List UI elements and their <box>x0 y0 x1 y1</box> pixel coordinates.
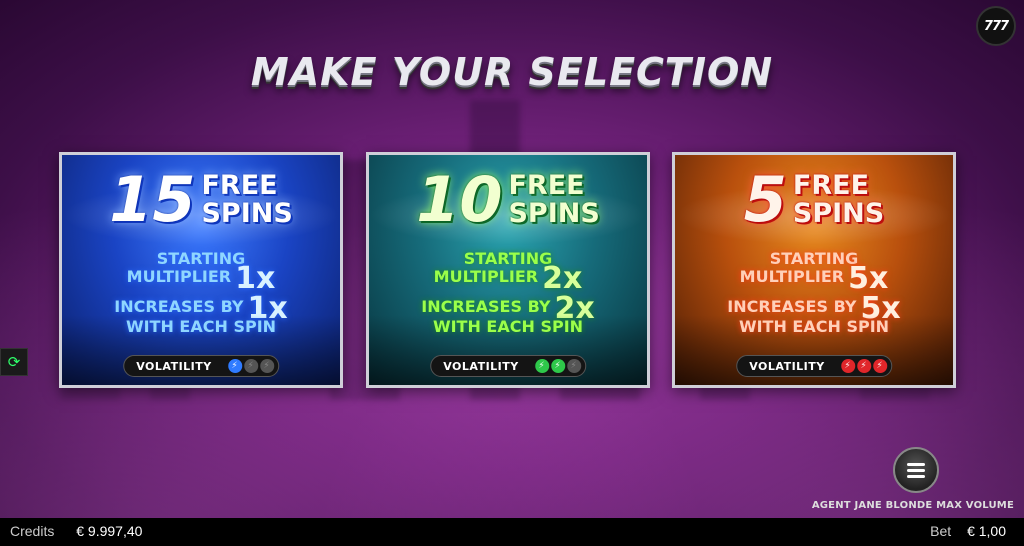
option-card-5-spins[interactable]: 5 FREE SPINS STARTING MULTIPLIER 5x INCRE… <box>672 152 956 388</box>
increases-label: INCREASES BY <box>114 297 244 316</box>
credits-value: € 9.997,40 <box>76 523 143 539</box>
free-spins-heading: 10 FREE SPINS <box>369 169 647 231</box>
page-title: MAKE YOUR SELECTION <box>250 50 774 94</box>
game-name-label: AGENT JANE BLONDE MAX VOLUME <box>811 500 1014 511</box>
increase-multiplier: INCREASES BY 5x WITH EACH SPIN <box>675 294 953 336</box>
volatility-label: VOLATILITY <box>443 359 519 373</box>
starting-multiplier: STARTING MULTIPLIER 1x <box>62 249 340 294</box>
free-spins-words: FREE SPINS <box>201 172 292 228</box>
hamburger-icon <box>907 463 925 478</box>
free-spins-heading: 15 FREE SPINS <box>62 169 340 231</box>
option-card-10-spins[interactable]: 10 FREE SPINS STARTING MULTIPLIER 2x INCR… <box>366 152 650 388</box>
starting-multiplier: STARTING MULTIPLIER 2x <box>369 249 647 294</box>
spins-count: 5 <box>743 163 787 236</box>
free-spins-words: FREE SPINS <box>793 172 884 228</box>
lightning-bolt-icon: ⚡ <box>550 359 565 373</box>
increases-label: INCREASES BY <box>727 297 857 316</box>
free-label: FREE <box>508 170 585 201</box>
lightning-bolt-icon: ⚡ <box>872 359 887 373</box>
lightning-bolt-icon: ⚡ <box>566 359 581 373</box>
volatility-indicator: VOLATILITY ⚡ ⚡ ⚡ <box>430 355 586 377</box>
option-card-15-spins[interactable]: 15 FREE SPINS STARTING MULTIPLIER 1x INCR… <box>59 152 343 388</box>
volatility-indicator: VOLATILITY ⚡ ⚡ ⚡ <box>123 355 279 377</box>
bet-value: € 1,00 <box>967 523 1006 539</box>
volatility-indicator: VOLATILITY ⚡ ⚡ ⚡ <box>736 355 892 377</box>
bet-label: Bet <box>930 523 952 539</box>
logo-777-icon[interactable]: 777 <box>976 6 1016 46</box>
spins-count: 15 <box>109 163 196 236</box>
multiplier-label: MULTIPLIER <box>433 267 539 286</box>
with-each-spin-label: WITH EACH SPIN <box>125 317 277 336</box>
volatility-label: VOLATILITY <box>749 359 825 373</box>
free-label: FREE <box>201 170 278 201</box>
lightning-bolt-icon: ⚡ <box>259 359 274 373</box>
autoplay-refresh-icon[interactable]: ⟳ <box>0 348 28 376</box>
lightning-bolt-icon: ⚡ <box>243 359 258 373</box>
increases-label: INCREASES BY <box>421 297 551 316</box>
spins-label: SPINS <box>508 198 600 229</box>
starting-label: STARTING <box>769 249 859 268</box>
lightning-bolt-icon: ⚡ <box>840 359 855 373</box>
bet-display[interactable]: Bet € 1,00 <box>930 523 1006 539</box>
credits-display: Credits € 9.997,40 <box>10 523 142 539</box>
multiplier-label: MULTIPLIER <box>126 267 232 286</box>
free-spins-heading: 5 FREE SPINS <box>675 169 953 231</box>
lightning-bolt-icon: ⚡ <box>534 359 549 373</box>
spins-count: 10 <box>416 163 503 236</box>
lightning-bolt-icon: ⚡ <box>227 359 242 373</box>
credits-label: Credits <box>10 523 55 539</box>
spins-label: SPINS <box>201 198 293 229</box>
multiplier-label: MULTIPLIER <box>739 267 845 286</box>
increase-multiplier: INCREASES BY 1x WITH EACH SPIN <box>62 294 340 336</box>
spins-label: SPINS <box>792 198 885 229</box>
with-each-spin-label: WITH EACH SPIN <box>738 317 890 336</box>
with-each-spin-label: WITH EACH SPIN <box>432 317 584 336</box>
volatility-label: VOLATILITY <box>136 359 212 373</box>
starting-multiplier: STARTING MULTIPLIER 5x <box>675 249 953 294</box>
free-spins-words: FREE SPINS <box>508 172 599 228</box>
increase-multiplier: INCREASES BY 2x WITH EACH SPIN <box>369 294 647 336</box>
starting-label: STARTING <box>156 249 246 268</box>
menu-button[interactable] <box>893 447 939 493</box>
status-bar: Credits € 9.997,40 Bet € 1,00 <box>0 518 1024 546</box>
free-label: FREE <box>792 170 870 201</box>
starting-label: STARTING <box>463 249 553 268</box>
lightning-bolt-icon: ⚡ <box>856 359 871 373</box>
